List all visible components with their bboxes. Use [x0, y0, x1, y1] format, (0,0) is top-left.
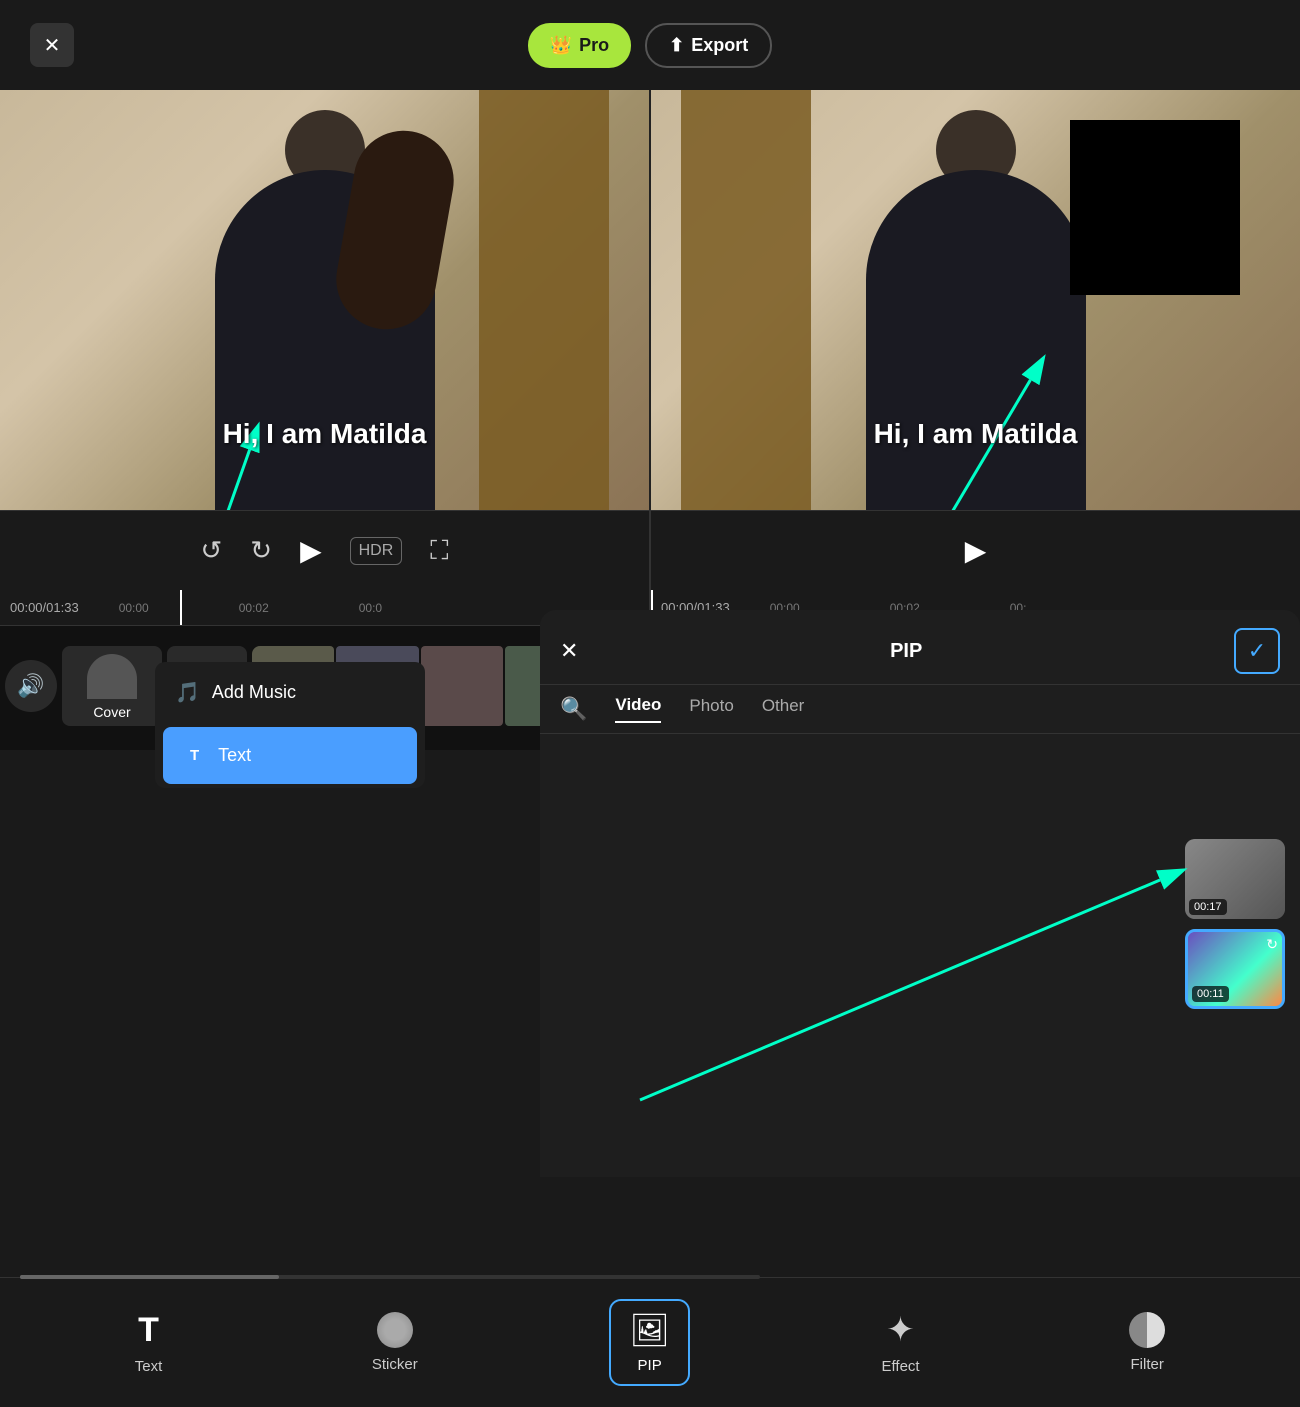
- toolbar-sticker[interactable]: Sticker: [354, 1302, 436, 1383]
- pip-panel: ✕ PIP ✓ 🔍 Video Photo Other 00:17 00:11 …: [540, 610, 1300, 1177]
- controls-left: ↺ ↻ ▶ HDR ⛶: [0, 511, 649, 590]
- cover-thumb[interactable]: Cover: [62, 646, 162, 726]
- timeline-cursor-left: [180, 590, 182, 625]
- pip-toolbar-icon: 🖼: [629, 1311, 670, 1349]
- tab-other[interactable]: Other: [762, 696, 805, 722]
- add-music-item[interactable]: 🎵 Add Music: [155, 662, 425, 723]
- play-button-left[interactable]: ▶: [300, 534, 322, 567]
- pro-button[interactable]: 👑 Pro: [528, 23, 631, 68]
- sticker-icon: [377, 1312, 413, 1348]
- controls-right: ▶: [651, 511, 1300, 590]
- dropdown-menu: 🎵 Add Music T Text: [155, 662, 425, 788]
- controls-bar: ↺ ↻ ▶ HDR ⛶ ▶: [0, 510, 1300, 590]
- text-icon: T: [183, 745, 206, 766]
- pip-thumb-loop-icon: ↻: [1266, 936, 1278, 953]
- export-button[interactable]: ⬆ Export: [645, 23, 772, 68]
- tab-photo[interactable]: Photo: [689, 696, 733, 722]
- filter-icon: [1129, 1312, 1165, 1348]
- pip-tabs: 🔍 Video Photo Other: [540, 685, 1300, 734]
- pip-video-list: 00:17 00:11 ↻: [540, 734, 1300, 954]
- toolbar-filter[interactable]: Filter: [1111, 1302, 1183, 1383]
- fullscreen-button[interactable]: ⛶: [430, 535, 448, 567]
- pip-video-thumb-2[interactable]: 00:11 ↻: [1185, 929, 1285, 1009]
- pip-video-thumb-1[interactable]: 00:17: [1185, 839, 1285, 919]
- export-icon: ⬆: [669, 35, 684, 56]
- toolbar-effect[interactable]: ✦ Effect: [864, 1300, 938, 1385]
- audio-button-left[interactable]: 🔊: [5, 660, 57, 712]
- play-button-right[interactable]: ▶: [965, 534, 987, 567]
- pip-search-icon[interactable]: 🔍: [560, 696, 587, 722]
- toolbar-pip[interactable]: 🖼 PIP: [609, 1299, 690, 1386]
- effect-icon: ✦: [886, 1310, 915, 1350]
- preview-right: Hi, I am Matilda: [651, 90, 1300, 510]
- video-frame: [421, 646, 503, 726]
- preview-area: Hi, I am Matilda Hi, I am Matilda: [0, 90, 1300, 510]
- crown-icon: 👑: [550, 35, 572, 56]
- pip-header: ✕ PIP ✓: [540, 610, 1300, 685]
- pip-confirm-button[interactable]: ✓: [1234, 628, 1280, 674]
- caption-left: Hi, I am Matilda: [223, 418, 427, 450]
- text-item[interactable]: T Text: [163, 727, 417, 784]
- face-cover: [1070, 120, 1240, 295]
- toolbar-text[interactable]: T Text: [117, 1301, 181, 1385]
- scrollbar[interactable]: [20, 1275, 760, 1279]
- tab-video[interactable]: Video: [615, 695, 661, 723]
- preview-left: Hi, I am Matilda: [0, 90, 649, 510]
- header: ✕ 👑 Pro ⬆ Export: [0, 0, 1300, 90]
- bottom-toolbar: T Text Sticker 🖼 PIP ✦ Effect Filter: [0, 1277, 1300, 1407]
- pip-title: PIP: [578, 640, 1234, 663]
- pip-close-button[interactable]: ✕: [560, 638, 578, 664]
- redo-button[interactable]: ↻: [250, 535, 272, 566]
- hdr-button[interactable]: HDR: [350, 537, 403, 565]
- header-buttons: 👑 Pro ⬆ Export: [528, 23, 773, 68]
- caption-right: Hi, I am Matilda: [874, 418, 1078, 450]
- undo-button[interactable]: ↺: [200, 535, 222, 566]
- music-icon: 🎵: [175, 680, 200, 705]
- text-toolbar-icon: T: [138, 1311, 159, 1350]
- close-button[interactable]: ✕: [30, 23, 74, 67]
